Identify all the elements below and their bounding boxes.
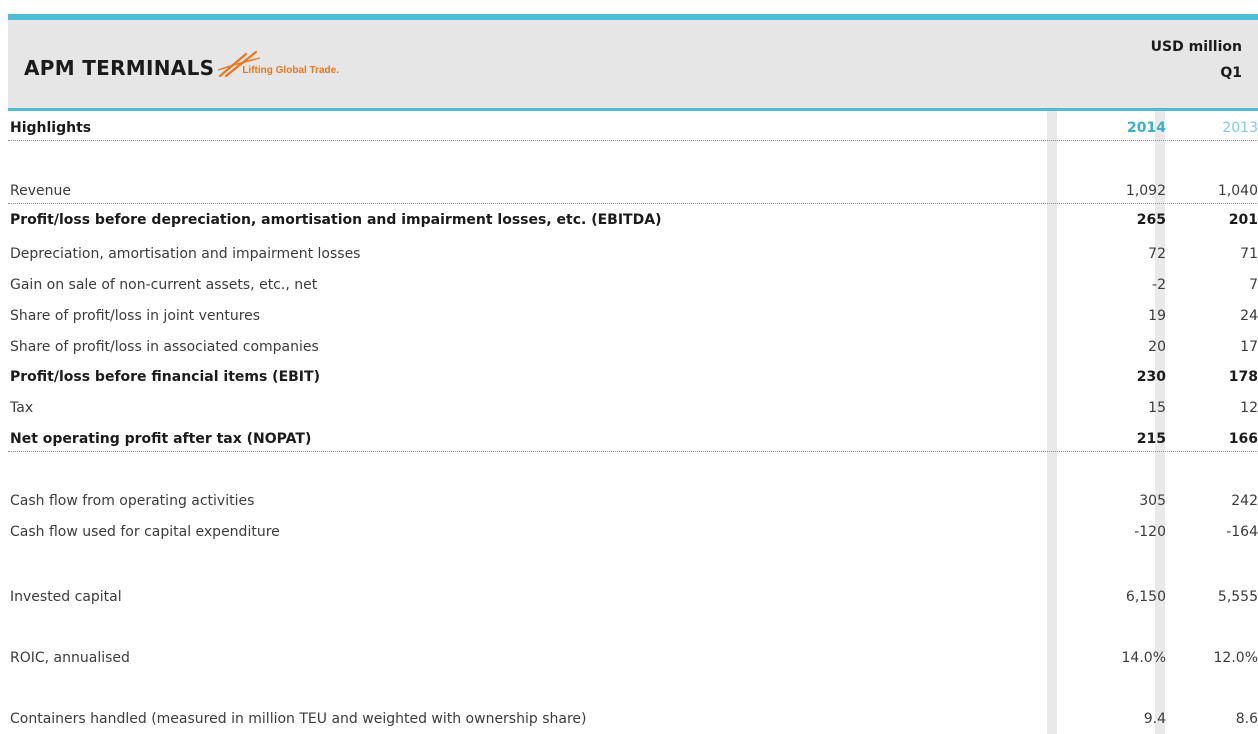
row-value-2014: 215 <box>1136 431 1166 447</box>
row-value-2013: 242 <box>1231 493 1258 509</box>
row-label: Net operating profit after tax (NOPAT) <box>10 431 312 447</box>
year-prior-header: 2013 <box>1222 120 1258 136</box>
row-label: ROIC, annualised <box>10 650 130 666</box>
company-logo: APM TERMINALS Lifting Global Trade. <box>24 50 339 78</box>
row-value-2014: -120 <box>1134 524 1166 540</box>
period-label: Q1 <box>1220 65 1242 81</box>
year-current-header: 2014 <box>1127 120 1166 136</box>
highlights-header-row: Highlights 2014 2013 <box>8 117 1258 141</box>
row-value-2013: 1,040 <box>1217 183 1258 199</box>
row-value-2013: -164 <box>1226 524 1258 540</box>
row-label: Share of profit/loss in associated compa… <box>10 339 319 355</box>
table-row: Cash flow from operating activities 305 … <box>8 490 1258 512</box>
table-row: Profit/loss before depreciation, amortis… <box>8 209 1258 231</box>
row-label: Cash flow used for capital expenditure <box>10 524 280 540</box>
row-value-2013: 8.6 <box>1235 711 1258 727</box>
row-value-2013: 166 <box>1228 431 1258 447</box>
row-value-2014: 14.0% <box>1121 650 1166 666</box>
row-value-2014: 1,092 <box>1125 183 1166 199</box>
row-value-2013: 24 <box>1240 308 1258 324</box>
row-label: Gain on sale of non-current assets, etc.… <box>10 277 318 293</box>
table-row: Depreciation, amortisation and impairmen… <box>8 243 1258 265</box>
table-row: Share of profit/loss in joint ventures 1… <box>8 305 1258 327</box>
row-label: Depreciation, amortisation and impairmen… <box>10 246 361 262</box>
row-label: Cash flow from operating activities <box>10 493 255 509</box>
row-value-2013: 17 <box>1240 339 1258 355</box>
row-value-2014: 305 <box>1139 493 1166 509</box>
column-shade-2013 <box>1155 111 1165 734</box>
row-value-2014: 265 <box>1136 212 1166 228</box>
table-row: Net operating profit after tax (NOPAT) 2… <box>8 428 1258 452</box>
logo-tagline: Lifting Global Trade. <box>242 65 339 76</box>
row-label: Profit/loss before financial items (EBIT… <box>10 369 320 385</box>
table-row: Revenue 1,092 1,040 <box>8 180 1258 204</box>
units-label: USD million <box>1150 39 1242 55</box>
table-row: Invested capital 6,150 5,555 <box>8 586 1258 608</box>
column-shade-2014 <box>1047 111 1057 734</box>
row-label: Share of profit/loss in joint ventures <box>10 308 261 324</box>
row-value-2013: 12 <box>1240 400 1258 416</box>
row-label: Revenue <box>10 183 71 199</box>
row-label: Tax <box>10 400 34 416</box>
row-value-2013: 71 <box>1240 246 1258 262</box>
row-value-2013: 7 <box>1249 277 1258 293</box>
table-row: Share of profit/loss in associated compa… <box>8 336 1258 358</box>
row-label: Invested capital <box>10 589 122 605</box>
row-value-2014: 9.4 <box>1143 711 1166 727</box>
row-value-2014: 230 <box>1136 369 1166 385</box>
row-value-2014: 6,150 <box>1125 589 1166 605</box>
table-row: ROIC, annualised 14.0% 12.0% <box>8 647 1258 669</box>
table-row: Cash flow used for capital expenditure -… <box>8 521 1258 543</box>
table-title: Highlights <box>10 120 92 136</box>
row-value-2013: 178 <box>1228 369 1258 385</box>
table-row: Gain on sale of non-current assets, etc.… <box>8 274 1258 296</box>
row-value-2013: 12.0% <box>1213 650 1258 666</box>
row-value-2014: 72 <box>1148 246 1166 262</box>
row-value-2014: 19 <box>1148 308 1166 324</box>
header-accent-rule <box>8 108 1258 111</box>
row-value-2014: -2 <box>1152 277 1166 293</box>
table-row: Tax 15 12 <box>8 397 1258 419</box>
row-value-2014: 15 <box>1148 400 1166 416</box>
row-value-2013: 201 <box>1228 212 1258 228</box>
row-value-2013: 5,555 <box>1217 589 1258 605</box>
table-row: Containers handled (measured in million … <box>8 708 1258 730</box>
table-row: Profit/loss before financial items (EBIT… <box>8 366 1258 388</box>
row-label: Profit/loss before depreciation, amortis… <box>10 212 662 228</box>
logo-brand-text: APM TERMINALS <box>24 56 215 80</box>
row-label: Containers handled (measured in million … <box>10 711 587 727</box>
row-value-2014: 20 <box>1148 339 1166 355</box>
